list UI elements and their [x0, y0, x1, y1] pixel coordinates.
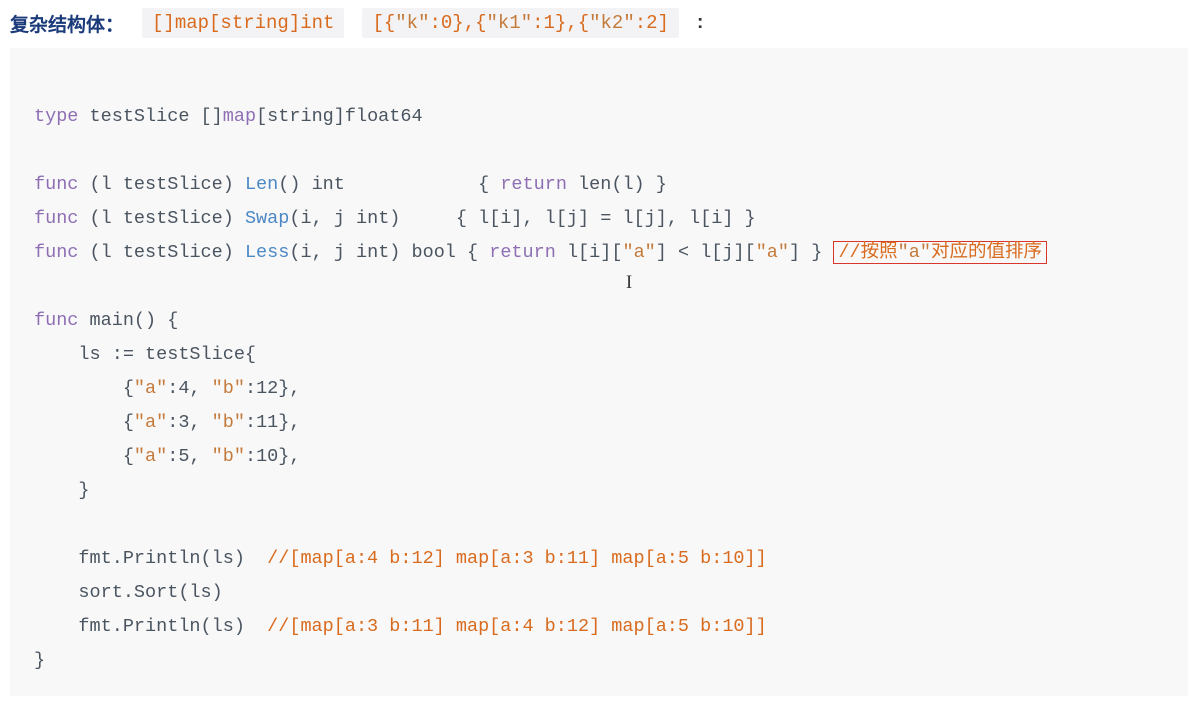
output-comment-after: //[map[a:3 b:11] map[a:4 b:12] map[a:5 b… — [267, 616, 767, 637]
header-trail: : — [697, 12, 703, 34]
cursor-caret: I — [626, 266, 632, 300]
example-chip: [{"k":0},{"k1":1},{"k2":2] — [362, 8, 679, 38]
header-label: 复杂结构体： — [10, 10, 124, 37]
output-comment-before: //[map[a:4 b:12] map[a:3 b:11] map[a:5 b… — [267, 548, 767, 569]
kw-func: func — [34, 174, 78, 195]
code-block: Itype testSlice []map[string]float64 fun… — [10, 48, 1188, 696]
method-len: Len — [245, 174, 278, 195]
type-chip: []map[string]int — [142, 8, 344, 38]
kw-type: type — [34, 106, 78, 127]
method-swap: Swap — [245, 208, 289, 229]
header-line: 复杂结构体： []map[string]int [{"k":0},{"k1":1… — [10, 8, 1188, 38]
highlighted-comment: //按照"a"对应的值排序 — [833, 241, 1047, 264]
method-less: Less — [245, 242, 289, 263]
